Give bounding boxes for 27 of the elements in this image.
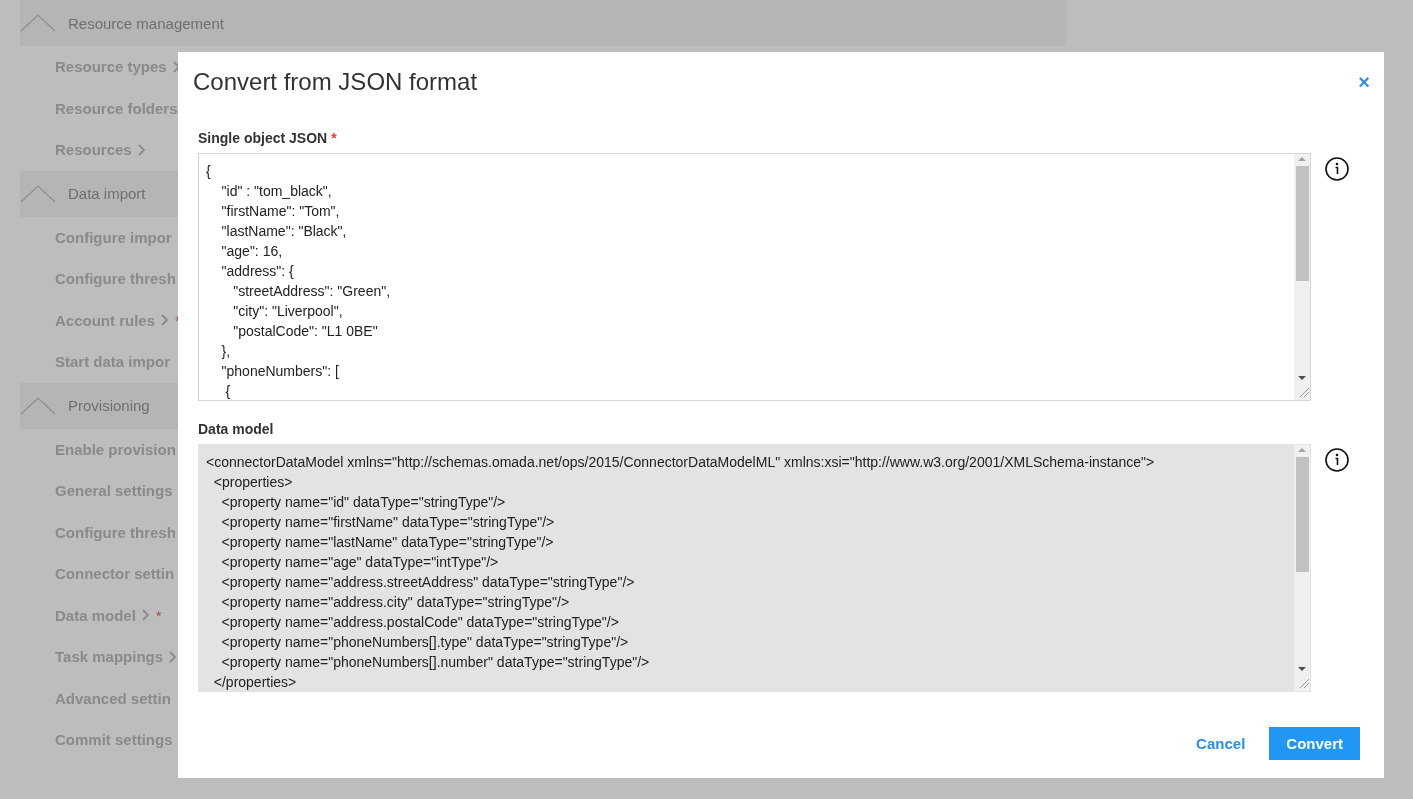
scrollbar[interactable]	[1294, 154, 1310, 400]
section-title: Data import	[68, 185, 146, 202]
scroll-down-icon[interactable]	[1298, 376, 1306, 380]
caret-icon	[20, 14, 56, 32]
resize-grip-icon[interactable]	[1299, 679, 1309, 688]
scrollbar[interactable]	[1294, 445, 1310, 691]
field-label: Data model	[198, 421, 275, 437]
section-header[interactable]: Resource management	[20, 0, 1066, 46]
dialog-title: Convert from JSON format	[193, 68, 478, 96]
text-area[interactable]: { "id" : "tom_black", "firstName": "Tom", "lastName": "Black", "age": 16, "address": { "streetAddress": "Green", "city": "Liverpool", "postalCode": "L1 0BE" }, "phoneNumbers": [ {	[198, 153, 1311, 401]
cancel-button[interactable]: Cancel	[1196, 727, 1246, 760]
resize-grip-icon[interactable]	[1299, 388, 1309, 397]
caret-icon	[20, 396, 56, 415]
caret-icon	[20, 184, 56, 203]
info-icon[interactable]	[1325, 448, 1349, 472]
info-icon[interactable]	[1325, 157, 1349, 181]
section-title: Provisioning	[68, 397, 150, 414]
close-button[interactable]: ×	[1356, 70, 1372, 94]
required-mark: *	[155, 606, 162, 624]
section-title: Resource management	[68, 14, 224, 32]
convert-button[interactable]: Convert	[1269, 727, 1360, 760]
field-label: Single object JSON *	[198, 130, 338, 146]
scroll-down-icon[interactable]	[1298, 667, 1306, 671]
required-mark: *	[331, 130, 337, 146]
readonly-text-area[interactable]: <connectorDataModel xmlns="http://schemas.omada.net/ops/2015/ConnectorDataModelML" xmlns:xsi="http://www.w3.org/2001/XMLSchema-instance"> <properties> <property name="id" dataType="stringType"/> <property name="firstName" dataType="stringType"/> <property name="lastName" dataType="stringType"/> <property name="age" dataType="intType"/> <property name="address.streetAddress" dataType="stringType"/> <property name="address.city" dataType="stringType"/> <property name="address.postalCode" dataType="stringType"/> <property name="phoneNumbers[].type" dataType="stringType"/> <property name="phoneNumbers[].number" dataType="stringType"/> </properties>	[198, 444, 1311, 692]
scroll-up-icon[interactable]	[1298, 448, 1306, 452]
scroll-up-icon[interactable]	[1298, 157, 1306, 161]
